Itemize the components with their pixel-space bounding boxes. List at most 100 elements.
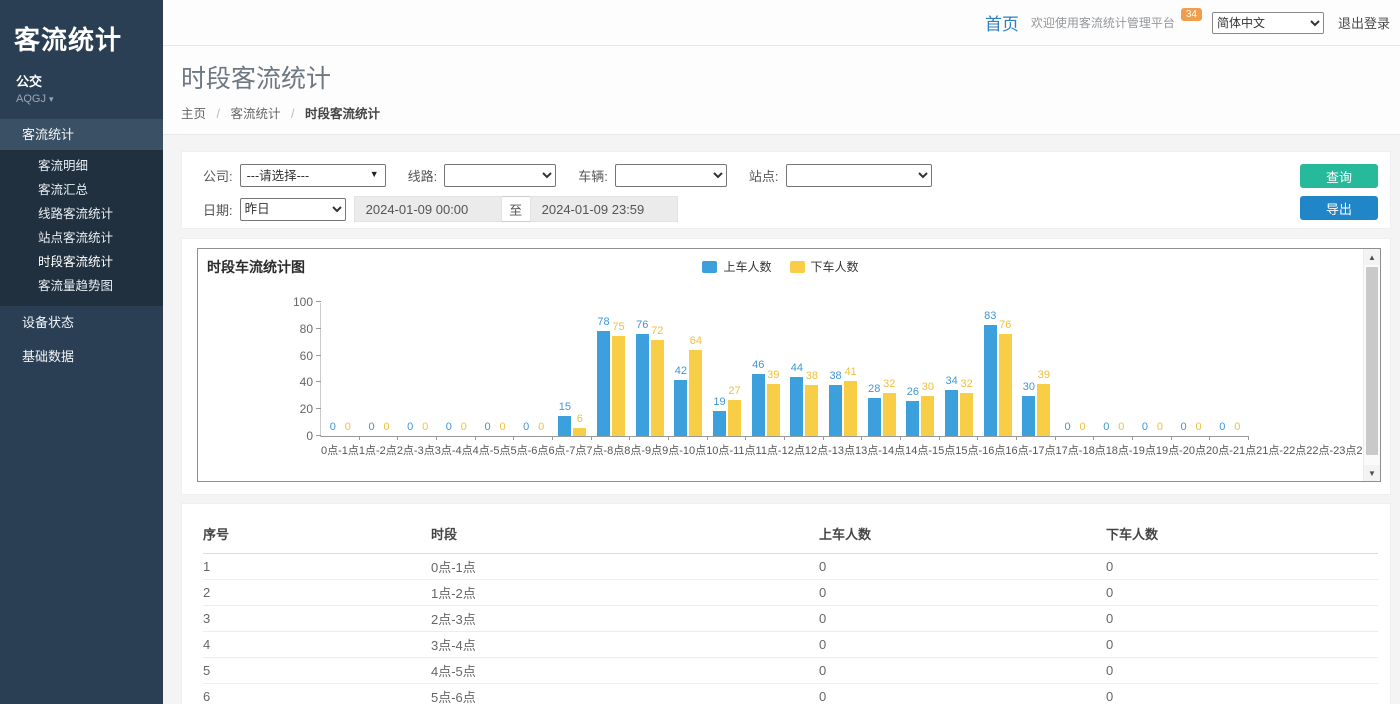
bar-boarding: 0 [1138, 303, 1151, 436]
bar-rect [597, 331, 610, 436]
bar-boarding: 28 [868, 303, 881, 436]
chart-category-group: 00 [1133, 303, 1172, 436]
line-select[interactable] [444, 164, 556, 187]
breadcrumb: 主页 / 客流统计 / 时段客流统计 [181, 103, 1400, 122]
bar-alighting: 75 [612, 303, 625, 436]
home-link[interactable]: 首页 [985, 10, 1019, 35]
bar-boarding: 0 [1100, 303, 1113, 436]
x-axis-label: 10点-11点 [706, 442, 755, 458]
legend-label-boarding: 上车人数 [723, 258, 771, 275]
y-axis-label: 40 [283, 375, 313, 389]
bar-value-label: 0 [368, 421, 374, 433]
bar-alighting: 39 [767, 303, 780, 436]
bar-value-label: 19 [713, 396, 725, 408]
breadcrumb-section[interactable]: 客流统计 [230, 107, 280, 121]
x-axis-label: 22点-23点 [1306, 442, 1356, 458]
col-header-period: 时段 [431, 516, 819, 554]
bar-value-label: 0 [1065, 421, 1071, 433]
date-from-input[interactable] [354, 196, 502, 222]
col-header-index: 序号 [203, 516, 431, 554]
sidebar-item-station-stats[interactable]: 站点客流统计 [0, 226, 163, 250]
bar-alighting: 0 [1115, 303, 1128, 436]
x-axis-label: 18点-19点 [1106, 442, 1156, 458]
x-axis-label: 20点-21点 [1206, 442, 1256, 458]
sidebar-item-passenger-summary[interactable]: 客流汇总 [0, 178, 163, 202]
top-navbar: 首页 欢迎使用客流统计管理平台 34 简体中文 退出登录 [163, 0, 1400, 46]
x-axis-labels: 0点-1点1点-2点2点-3点3点-4点4点-5点5点-6点6点-7点7点-8点… [321, 442, 1249, 458]
y-axis-label: 80 [283, 322, 313, 336]
station-select[interactable] [786, 164, 932, 187]
date-preset-select[interactable]: 昨日 [240, 198, 346, 221]
sidebar-section-basic-data[interactable]: 基础数据 [0, 340, 163, 374]
bar-rect [558, 416, 571, 436]
legend-swatch-boarding [702, 261, 717, 273]
bar-boarding: 0 [442, 303, 455, 436]
company-select[interactable]: ---请选择--- [240, 164, 386, 187]
bar-value-label: 0 [499, 421, 505, 433]
bar-value-label: 0 [1234, 421, 1240, 433]
bar-alighting: 76 [999, 303, 1012, 436]
x-axis-label: 0点-1点 [321, 442, 359, 458]
bar-value-label: 26 [907, 386, 919, 398]
x-axis-label: 6点-7点 [548, 442, 586, 458]
chart-legend: 上车人数 下车人数 [198, 258, 1363, 275]
bar-boarding: 46 [752, 303, 765, 436]
scroll-up-icon[interactable]: ▲ [1364, 249, 1380, 265]
bar-value-label: 76 [999, 319, 1011, 331]
sidebar-item-trend-chart[interactable]: 客流量趋势图 [0, 274, 163, 298]
chart-category-group: 4438 [785, 303, 824, 436]
bar-boarding: 76 [636, 303, 649, 436]
chart-category-group: 4639 [746, 303, 785, 436]
bar-rect [752, 374, 765, 436]
sidebar-section-passenger-stats[interactable]: 客流统计 [0, 119, 163, 150]
company-select-wrap: ---请选择--- [240, 164, 386, 187]
chart-scrollbar[interactable]: ▲ ▼ [1363, 249, 1380, 481]
sidebar-item-passenger-detail[interactable]: 客流明细 [0, 154, 163, 178]
bar-boarding: 78 [597, 303, 610, 436]
chart-category-group: 00 [437, 303, 476, 436]
bar-alighting: 32 [960, 303, 973, 436]
chart-category-group: 00 [321, 303, 360, 436]
bar-value-label: 72 [651, 325, 663, 337]
x-axis-ticks [321, 436, 1249, 440]
sidebar-section-device-status[interactable]: 设备状态 [0, 306, 163, 340]
breadcrumb-separator: / [291, 107, 294, 121]
bar-boarding: 42 [674, 303, 687, 436]
table-cell: 0 [1106, 684, 1378, 704]
table-cell: 0点-1点 [431, 554, 819, 580]
query-button[interactable]: 查询 [1300, 164, 1378, 188]
chart-category-group: 3432 [940, 303, 979, 436]
export-button[interactable]: 导出 [1300, 196, 1378, 220]
scrollbar-thumb[interactable] [1366, 267, 1378, 455]
date-to-input[interactable] [530, 196, 678, 222]
scroll-down-icon[interactable]: ▼ [1364, 465, 1380, 481]
line-label: 线路: [408, 166, 438, 185]
vehicle-select[interactable] [615, 164, 727, 187]
legend-item-alighting[interactable]: 下车人数 [790, 258, 859, 275]
bar-value-label: 39 [1038, 369, 1050, 381]
brand-title: 客流统计 [0, 0, 163, 57]
language-select[interactable]: 简体中文 [1212, 12, 1324, 34]
legend-item-boarding[interactable]: 上车人数 [702, 258, 771, 275]
org-code-dropdown[interactable]: AQGJ▾ [0, 90, 163, 119]
x-axis-label: 3点-4点 [435, 442, 473, 458]
bar-value-label: 0 [446, 421, 452, 433]
bar-alighting: 41 [844, 303, 857, 436]
org-name: 公交 [0, 57, 163, 90]
bar-value-label: 6 [577, 413, 583, 425]
table-cell: 4 [203, 632, 431, 658]
legend-label-alighting: 下车人数 [811, 258, 859, 275]
table-cell: 1点-2点 [431, 580, 819, 606]
sidebar-item-period-stats[interactable]: 时段客流统计 [0, 250, 163, 274]
page-title: 时段客流统计 [181, 59, 1400, 95]
bar-value-label: 0 [345, 421, 351, 433]
filters-panel: 公司: ---请选择--- 线路: 车辆: [181, 151, 1391, 229]
bar-rect [689, 350, 702, 436]
bar-boarding: 19 [713, 303, 726, 436]
breadcrumb-home[interactable]: 主页 [181, 107, 206, 121]
sidebar-item-line-stats[interactable]: 线路客流统计 [0, 202, 163, 226]
logout-link[interactable]: 退出登录 [1338, 13, 1390, 32]
sidebar: 客流统计 公交 AQGJ▾ 客流统计 客流明细 客流汇总 线路客流统计 站点客流… [0, 0, 163, 704]
bar-value-label: 83 [984, 310, 996, 322]
y-axis-label: 20 [283, 402, 313, 416]
